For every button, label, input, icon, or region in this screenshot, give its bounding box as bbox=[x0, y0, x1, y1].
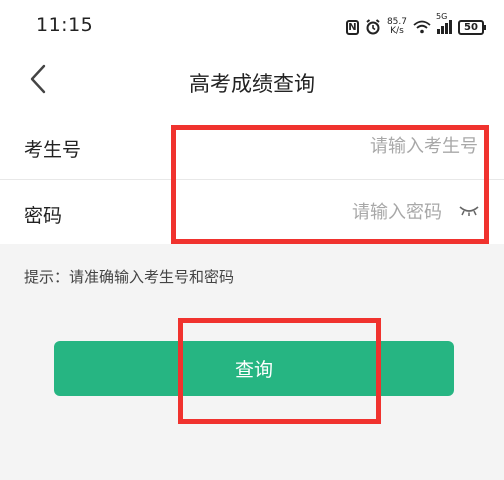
eye-closed-icon[interactable] bbox=[458, 202, 480, 218]
query-button[interactable]: 查询 bbox=[54, 341, 454, 396]
battery-level: 50 bbox=[464, 21, 478, 33]
password-label: 密码 bbox=[24, 205, 63, 227]
net-speed-unit: K/s bbox=[390, 26, 404, 36]
page-title: 高考成绩查询 bbox=[189, 72, 315, 96]
battery-icon: 50 bbox=[458, 19, 486, 35]
alarm-icon bbox=[366, 19, 380, 35]
cellular-signal-icon: 5G bbox=[436, 12, 452, 34]
password-input[interactable] bbox=[200, 200, 442, 224]
row-divider bbox=[0, 179, 504, 180]
exam-number-label: 考生号 bbox=[24, 139, 82, 161]
net-speed: 85.7 K/s bbox=[387, 18, 407, 36]
hint-text: 提示：请准确输入考生号和密码 bbox=[24, 268, 235, 286]
query-button-label: 查询 bbox=[234, 359, 273, 381]
status-icons: N 85.7 K/s 5G 50 bbox=[345, 12, 486, 40]
status-time: 11:15 bbox=[36, 14, 94, 36]
network-type: 5G bbox=[436, 12, 448, 21]
nfc-icon: N bbox=[345, 19, 359, 35]
exam-number-input[interactable] bbox=[200, 134, 478, 158]
wifi-icon bbox=[413, 20, 431, 34]
